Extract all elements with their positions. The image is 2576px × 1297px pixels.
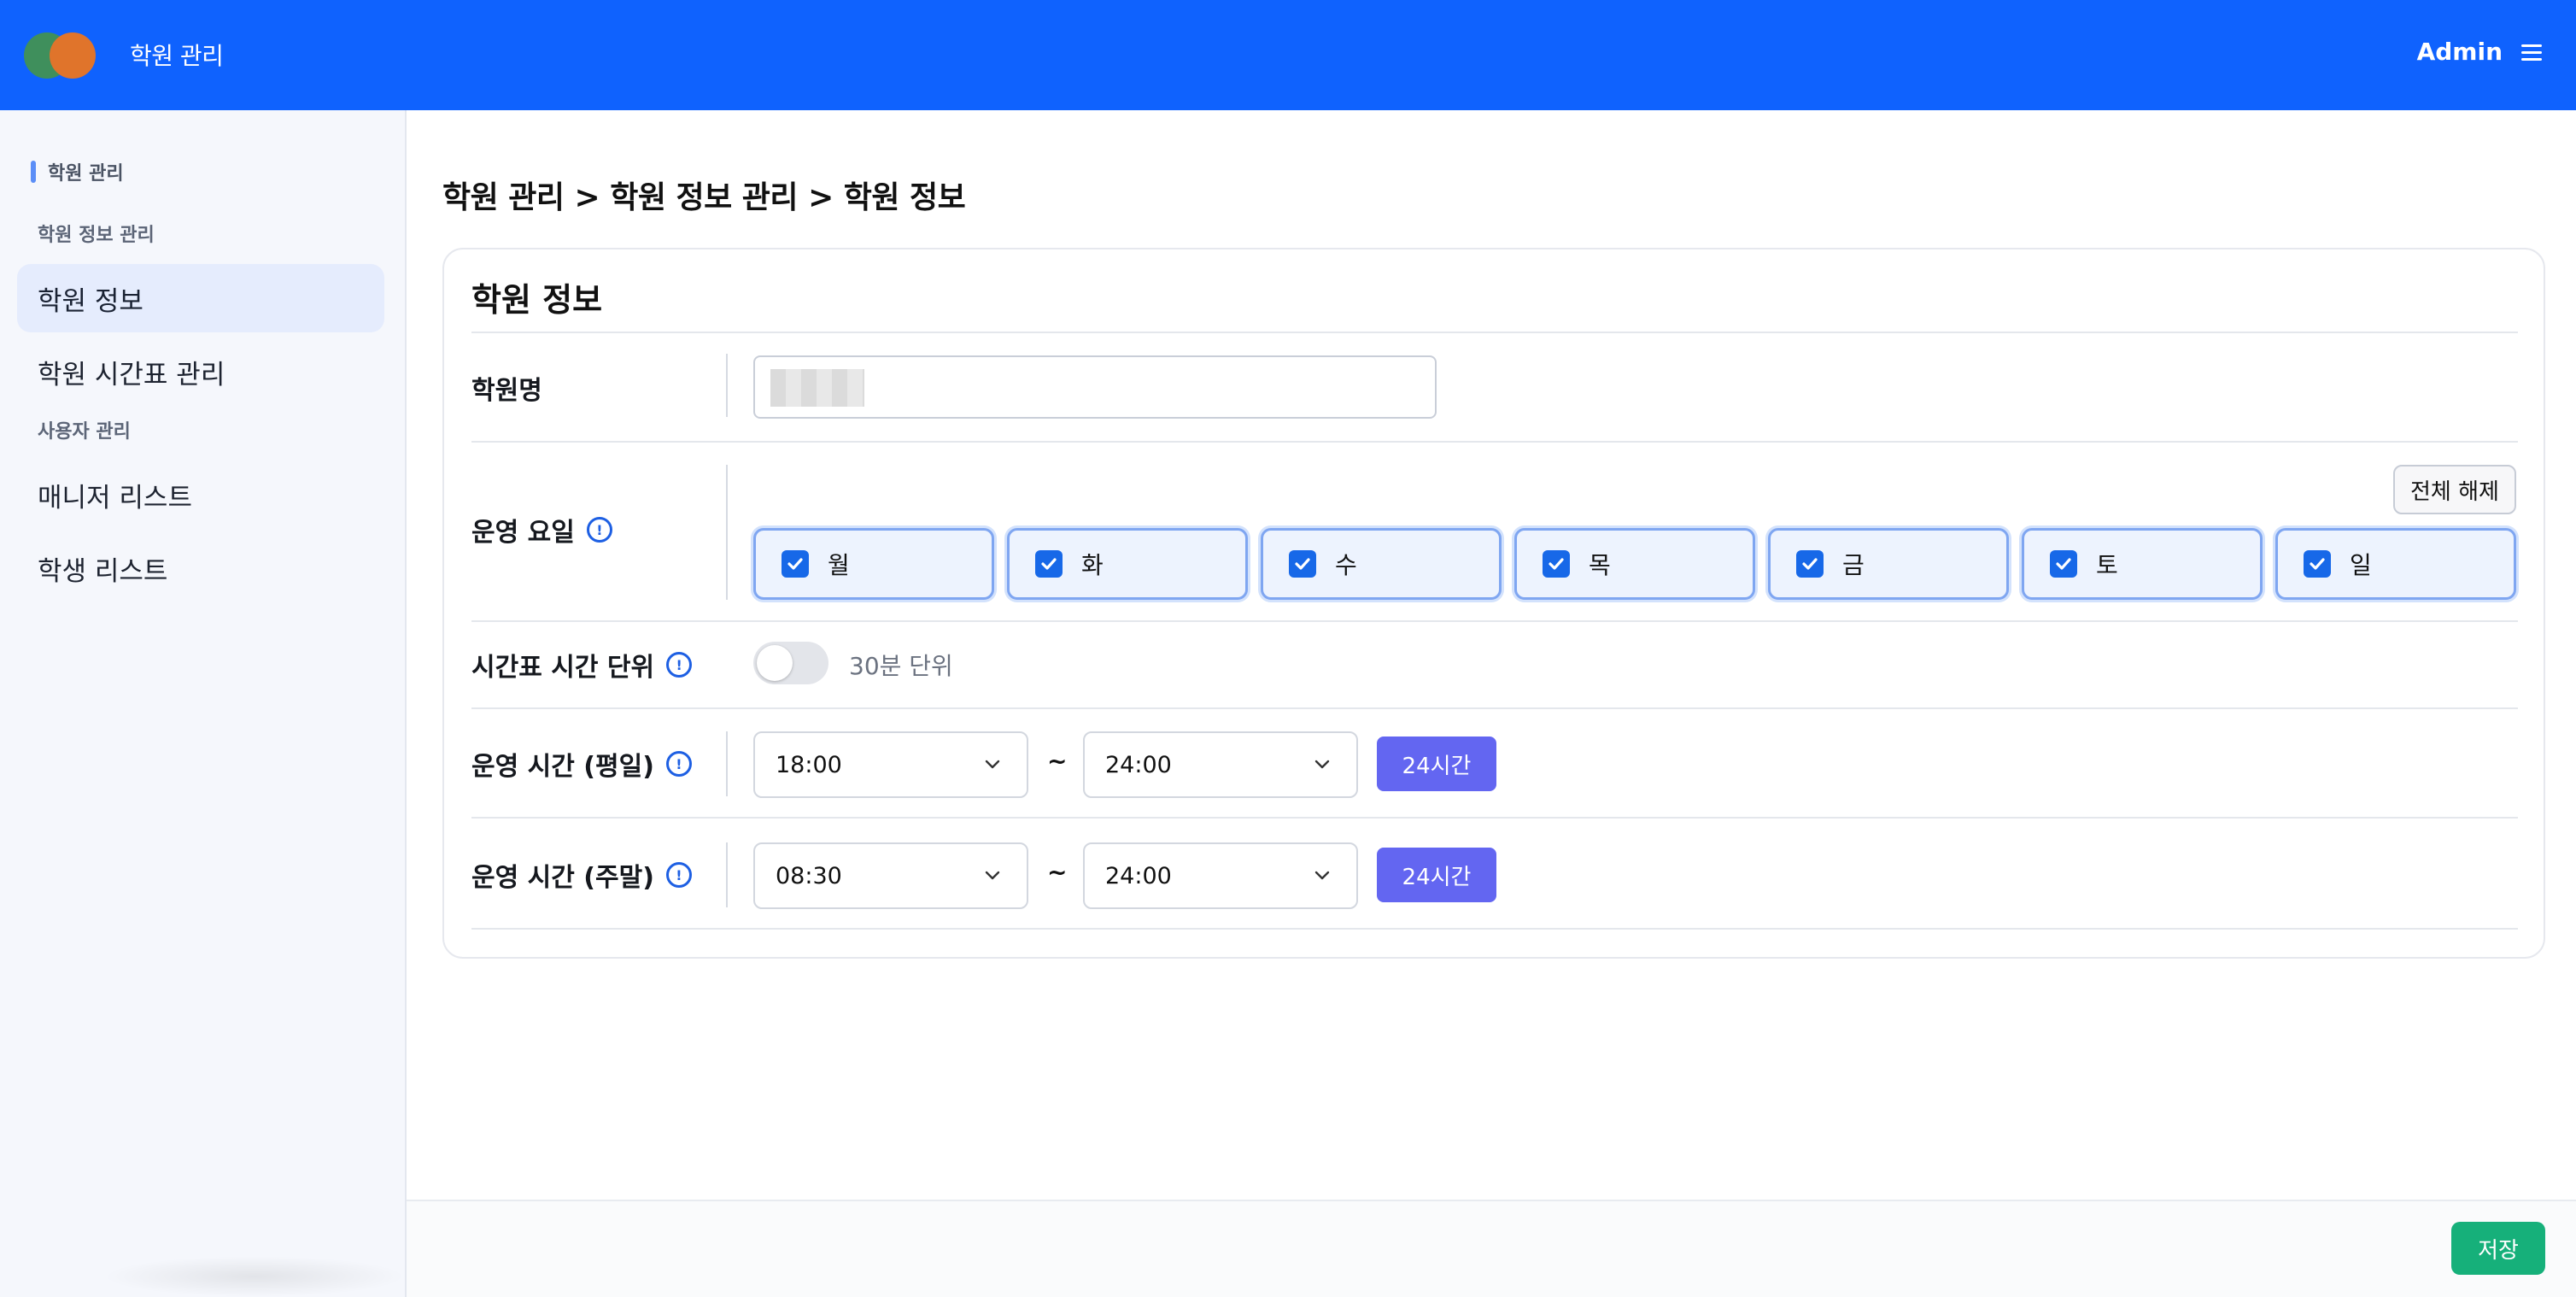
weekend-hours-label-text: 운영 시간 (주말) <box>471 863 654 893</box>
sidebar: 학원 관리 학원 정보 관리 학원 정보 학원 시간표 관리 사용자 관리 매니… <box>0 110 407 1297</box>
sidebar-item-label: 학원 정보 <box>38 285 143 317</box>
logo-circle-orange <box>50 32 96 79</box>
info-icon[interactable]: ! <box>665 751 692 777</box>
select-value: 24:00 <box>1105 751 1172 778</box>
chevron-down-icon <box>1314 871 1330 880</box>
chevron-down-icon <box>1314 760 1330 769</box>
redacted-name <box>770 369 864 407</box>
divider <box>471 441 2518 443</box>
day-label: 일 <box>2350 551 2372 579</box>
user-menu[interactable]: Admin <box>2417 38 2542 66</box>
day-checkbox-tue[interactable]: 화 <box>1007 528 1248 600</box>
range-separator: ~ <box>1047 858 1068 886</box>
row-divider <box>726 731 728 796</box>
weekend-end-select[interactable]: 24:00 <box>1083 842 1358 909</box>
sidebar-group-users: 사용자 관리 <box>38 421 131 443</box>
day-label: 월 <box>828 551 850 579</box>
day-checkbox-wed[interactable]: 수 <box>1261 528 1502 600</box>
select-value: 18:00 <box>776 751 842 778</box>
app-title: 학원 관리 <box>130 42 224 70</box>
user-name: Admin <box>2416 38 2503 66</box>
divider <box>471 817 2518 819</box>
sidebar-root-marker <box>31 161 36 183</box>
checkbox-checked-icon[interactable] <box>1035 550 1063 578</box>
weekday-start-select[interactable]: 18:00 <box>753 731 1028 798</box>
time-unit-label-text: 시간표 시간 단위 <box>471 653 655 683</box>
checkbox-checked-icon[interactable] <box>2304 550 2331 578</box>
day-label: 토 <box>2096 551 2118 579</box>
sidebar-item-academy-info[interactable]: 학원 정보 <box>17 264 384 332</box>
time-unit-toggle[interactable] <box>753 642 828 684</box>
toggle-knob <box>757 645 793 681</box>
operating-days-label-text: 운영 요일 <box>471 518 575 548</box>
footer-bar <box>407 1201 2576 1297</box>
breadcrumb: 학원 관리 > 학원 정보 관리 > 학원 정보 <box>442 180 966 215</box>
weekday-hours-label-text: 운영 시간 (평일) <box>471 752 654 782</box>
app: 학원 관리 Admin 학원 관리 학원 정보 관리 학원 정보 학원 시간표 … <box>0 0 2576 1297</box>
sidebar-root[interactable]: 학원 관리 <box>31 158 124 185</box>
weekend-24h-button[interactable]: 24시간 <box>1377 848 1496 902</box>
sidebar-item-student-list[interactable]: 학생 리스트 <box>17 534 384 602</box>
info-icon[interactable]: ! <box>666 652 693 678</box>
select-value: 24:00 <box>1105 862 1172 889</box>
checkbox-checked-icon[interactable] <box>1796 550 1824 578</box>
sidebar-item-timetable[interactable]: 학원 시간표 관리 <box>17 337 384 406</box>
weekend-hours-label: 운영 시간 (주말) ! <box>471 856 692 894</box>
card-title: 학원 정보 <box>471 281 603 319</box>
weekday-hours-label: 운영 시간 (평일) ! <box>471 745 692 783</box>
checkbox-checked-icon[interactable] <box>1543 550 1570 578</box>
chevron-down-icon <box>985 871 1000 880</box>
info-icon[interactable]: ! <box>586 517 612 543</box>
sidebar-group-academy-info: 학원 정보 관리 <box>38 225 155 246</box>
sidebar-item-label: 매니저 리스트 <box>38 482 192 514</box>
day-label: 화 <box>1081 551 1104 579</box>
sidebar-item-label: 학원 시간표 관리 <box>38 359 225 390</box>
save-button[interactable]: 저장 <box>2451 1222 2545 1275</box>
weekday-24h-button[interactable]: 24시간 <box>1377 737 1496 791</box>
info-icon[interactable]: ! <box>665 862 692 888</box>
divider <box>471 707 2518 709</box>
divider <box>471 620 2518 622</box>
day-label: 수 <box>1335 551 1357 579</box>
academy-name-label: 학원명 <box>471 369 542 407</box>
sidebar-item-manager-list[interactable]: 매니저 리스트 <box>17 461 384 529</box>
day-label: 금 <box>1842 551 1865 579</box>
day-checkbox-thu[interactable]: 목 <box>1514 528 1755 600</box>
checkbox-checked-icon[interactable] <box>1289 550 1316 578</box>
row-divider <box>726 465 728 600</box>
checkbox-checked-icon[interactable] <box>782 550 809 578</box>
day-label: 목 <box>1589 551 1611 579</box>
weekday-end-select[interactable]: 24:00 <box>1083 731 1358 798</box>
top-bar: 학원 관리 Admin <box>0 0 2576 110</box>
row-divider <box>726 842 728 907</box>
sidebar-root-label: 학원 관리 <box>48 163 124 185</box>
checkbox-checked-icon[interactable] <box>2050 550 2077 578</box>
operating-days-label: 운영 요일 ! <box>471 511 612 549</box>
academy-name-label-text: 학원명 <box>471 376 542 406</box>
hamburger-menu-icon[interactable] <box>2521 43 2542 62</box>
range-separator: ~ <box>1047 747 1068 775</box>
clear-all-button[interactable]: 전체 해제 <box>2393 465 2516 514</box>
day-checkbox-sat[interactable]: 토 <box>2022 528 2263 600</box>
academy-info-card: 학원 정보 학원명 운영 요일 ! 전체 해제 월 화 수 목 금 토 일 시간… <box>442 248 2545 959</box>
logo[interactable] <box>24 31 101 80</box>
time-unit-toggle-text: 30분 단위 <box>849 652 953 680</box>
divider <box>471 928 2518 930</box>
time-unit-label: 시간표 시간 단위 ! <box>471 646 693 684</box>
chevron-down-icon <box>985 760 1000 769</box>
day-checkbox-fri[interactable]: 금 <box>1768 528 2009 600</box>
sidebar-item-label: 학생 리스트 <box>38 555 168 587</box>
weekend-start-select[interactable]: 08:30 <box>753 842 1028 909</box>
day-checkbox-sun[interactable]: 일 <box>2275 528 2516 600</box>
row-divider <box>726 354 728 417</box>
window-shadow <box>102 1256 407 1297</box>
day-checkbox-mon[interactable]: 월 <box>753 528 994 600</box>
divider <box>471 332 2518 333</box>
select-value: 08:30 <box>776 862 842 889</box>
